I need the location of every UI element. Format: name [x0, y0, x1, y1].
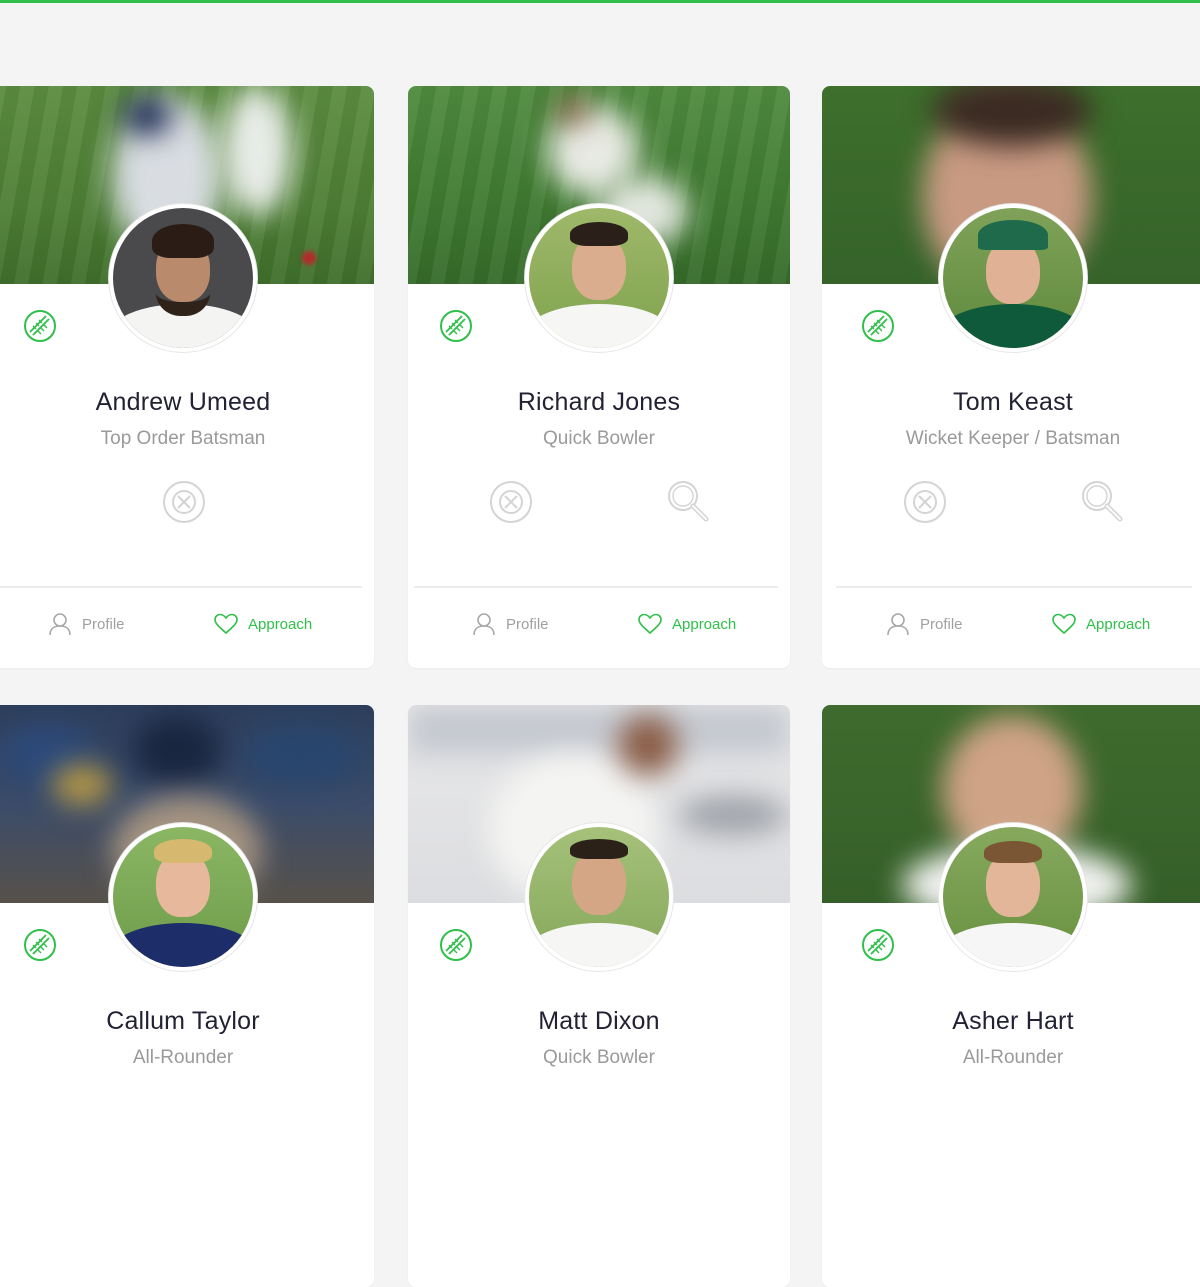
avatar[interactable] — [939, 823, 1087, 971]
player-card[interactable]: Richard Jones Quick Bowler Profile Appro — [408, 86, 790, 668]
player-name: Callum Taylor — [106, 1007, 260, 1035]
approach-label: Approach — [248, 615, 313, 633]
search-icon[interactable] — [664, 477, 710, 523]
avatar[interactable] — [109, 823, 257, 971]
player-role: Quick Bowler — [543, 1047, 655, 1068]
profile-button[interactable]: Profile — [472, 610, 549, 638]
cricket-ball-icon — [862, 310, 894, 342]
user-icon — [49, 613, 71, 636]
approach-button[interactable]: Approach — [638, 610, 736, 638]
player-grid: Andrew Umeed Top Order Batsman Profile A… — [0, 0, 1200, 1287]
player-role: All-Rounder — [962, 1047, 1064, 1068]
player-role: Quick Bowler — [543, 428, 655, 449]
card-divider — [836, 586, 1192, 588]
profile-label: Profile — [82, 615, 125, 633]
remove-icon[interactable] — [902, 479, 948, 525]
avatar[interactable] — [939, 204, 1087, 352]
profile-label: Profile — [506, 615, 549, 633]
player-name: Andrew Umeed — [95, 388, 271, 416]
remove-icon[interactable] — [488, 479, 534, 525]
approach-label: Approach — [672, 615, 737, 633]
remove-icon[interactable] — [161, 479, 207, 525]
cricket-ball-icon — [862, 929, 894, 961]
user-icon — [887, 613, 909, 636]
card-divider — [0, 586, 362, 588]
player-card[interactable]: Asher Hart All-Rounder — [822, 705, 1200, 1287]
player-card[interactable]: Callum Taylor All-Rounder — [0, 705, 374, 1287]
cricket-ball-icon — [440, 929, 472, 961]
user-icon — [473, 613, 495, 636]
player-card[interactable]: Andrew Umeed Top Order Batsman Profile A… — [0, 86, 374, 668]
cricket-ball-icon — [24, 310, 56, 342]
player-role: All-Rounder — [132, 1047, 234, 1068]
approach-button[interactable]: Approach — [214, 610, 312, 638]
approach-label: Approach — [1086, 615, 1151, 633]
profile-label: Profile — [920, 615, 963, 633]
heart-icon — [1052, 613, 1076, 635]
search-icon[interactable] — [1078, 477, 1124, 523]
player-card[interactable]: Matt Dixon Quick Bowler — [408, 705, 790, 1287]
profile-button[interactable]: Profile — [48, 610, 125, 638]
heart-icon — [214, 613, 238, 635]
player-name: Matt Dixon — [538, 1007, 660, 1035]
player-role: Top Order Batsman — [100, 428, 266, 449]
player-card[interactable]: Tom Keast Wicket Keeper / Batsman Profil… — [822, 86, 1200, 668]
avatar[interactable] — [109, 204, 257, 352]
avatar[interactable] — [525, 823, 673, 971]
avatar[interactable] — [525, 204, 673, 352]
cricket-ball-icon — [24, 929, 56, 961]
player-name: Tom Keast — [953, 388, 1073, 416]
player-name: Asher Hart — [952, 1007, 1074, 1035]
profile-button[interactable]: Profile — [886, 610, 963, 638]
card-divider — [414, 586, 778, 588]
heart-icon — [638, 613, 662, 635]
approach-button[interactable]: Approach — [1052, 610, 1150, 638]
player-name: Richard Jones — [517, 388, 681, 416]
player-role: Wicket Keeper / Batsman — [905, 428, 1121, 449]
cricket-ball-icon — [440, 310, 472, 342]
